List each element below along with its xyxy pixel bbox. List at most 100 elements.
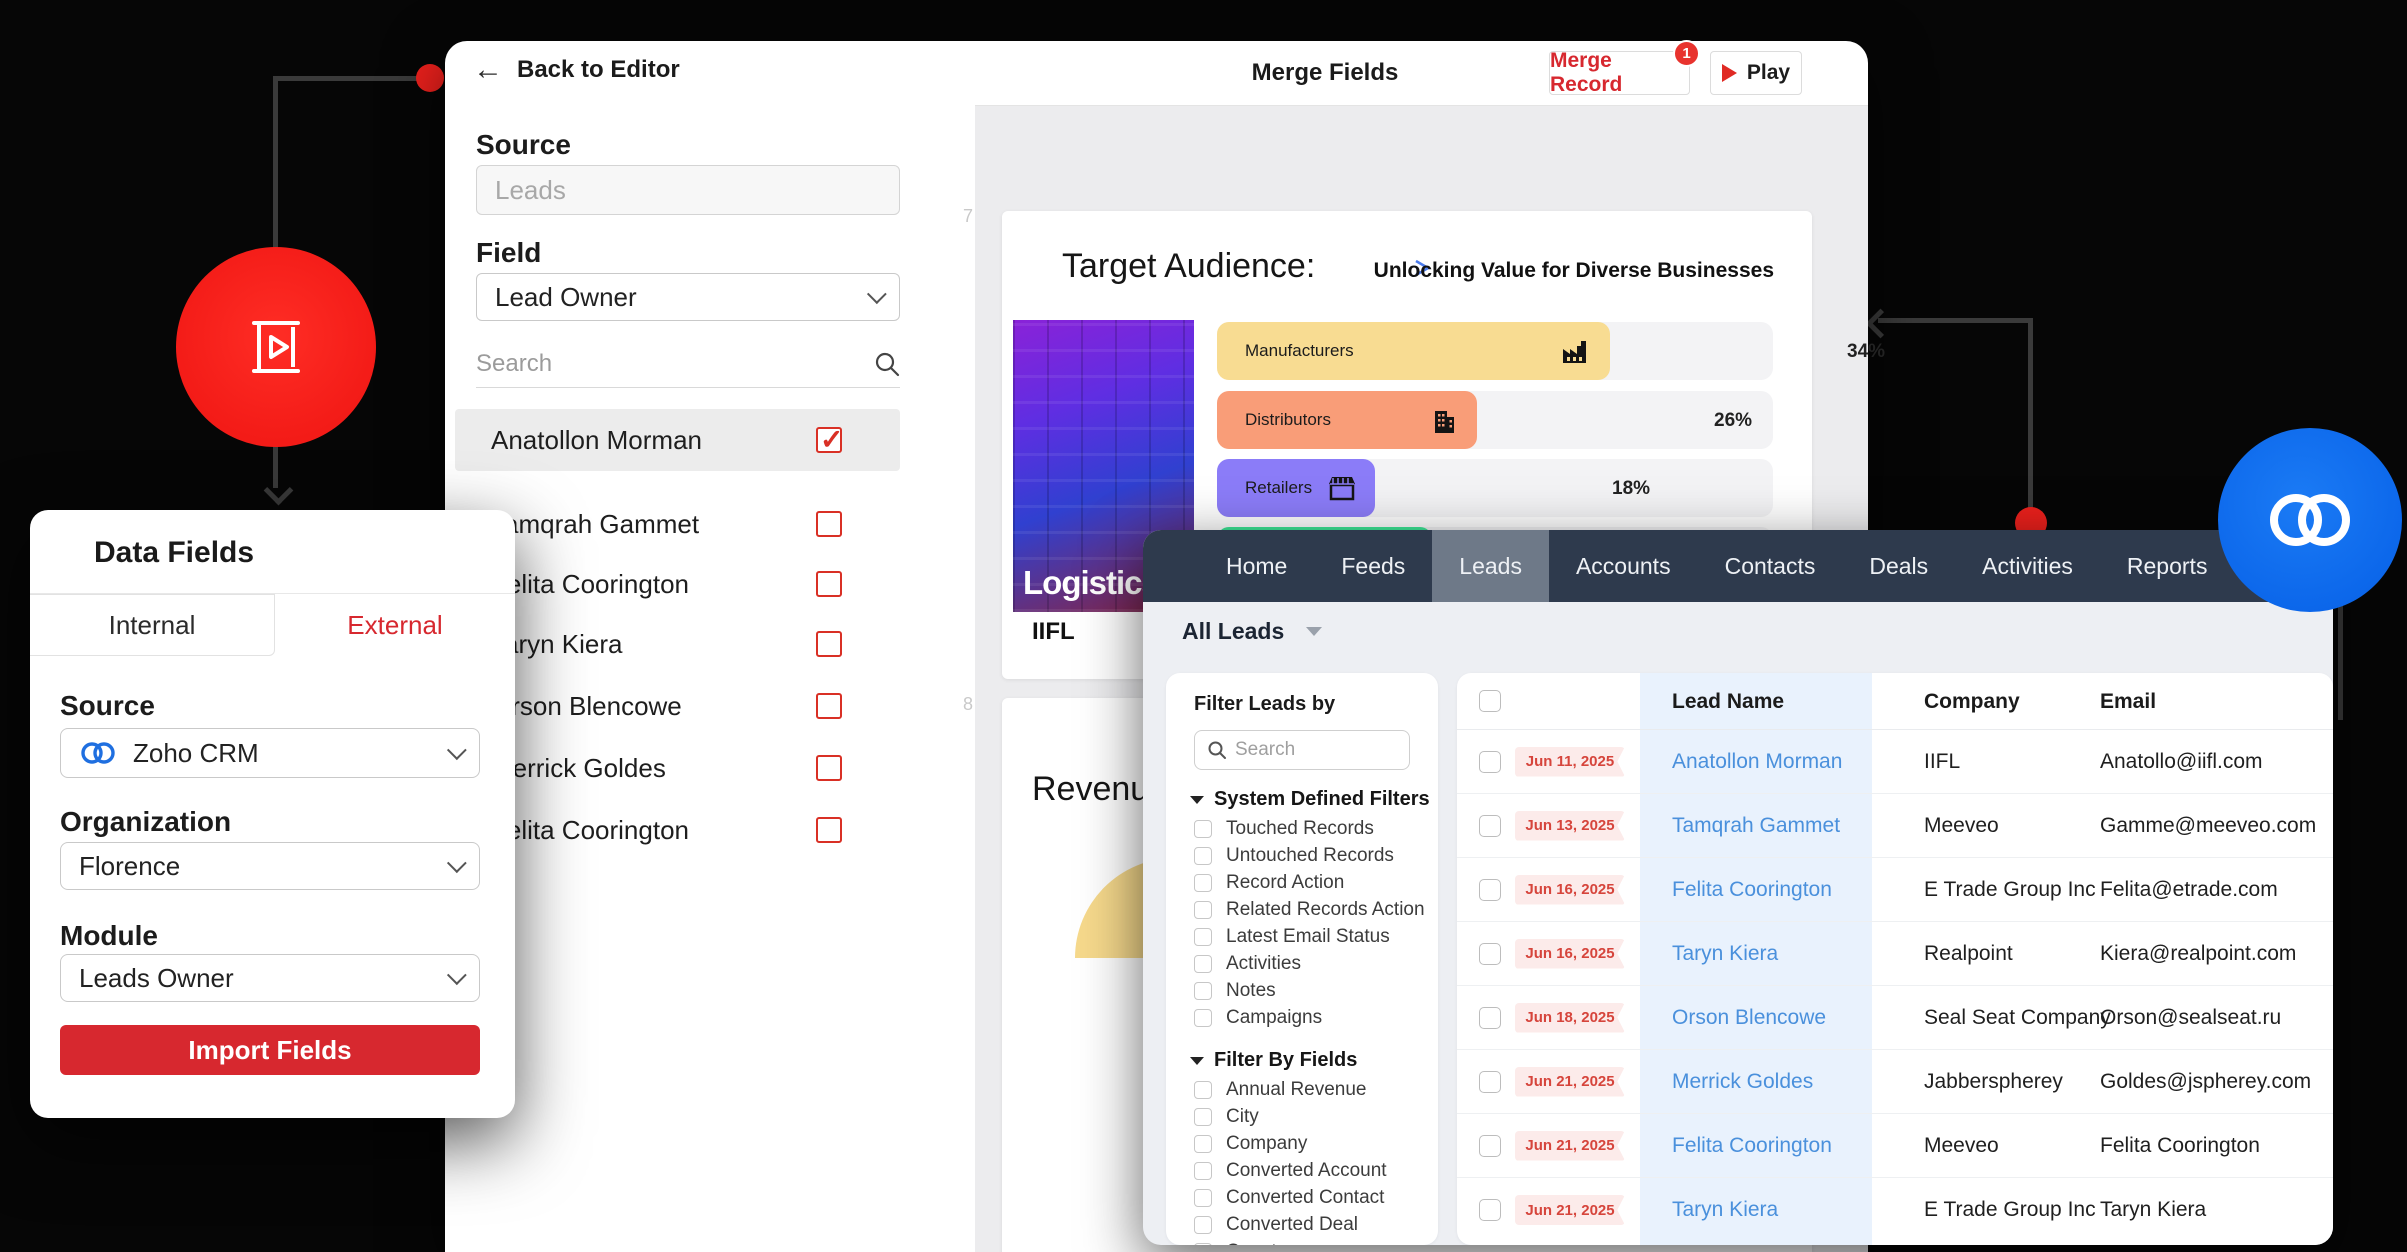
lead-name-link[interactable]: Taryn Kiera	[1672, 1198, 1778, 1222]
row-checkbox[interactable]	[1479, 943, 1501, 965]
unchecked-checkbox[interactable]	[816, 631, 842, 657]
checkbox[interactable]	[1194, 928, 1212, 946]
row-checkbox[interactable]	[1479, 1135, 1501, 1157]
bar-retailers: Retailers	[1217, 459, 1375, 517]
filter-item[interactable]: City	[1194, 1103, 1438, 1130]
unchecked-checkbox[interactable]	[816, 571, 842, 597]
checkbox[interactable]	[1194, 1162, 1212, 1180]
lead-name-link[interactable]: Orson Blencowe	[1672, 1006, 1826, 1030]
table-row[interactable]: Jun 16, 2025 Taryn Kiera Realpoint Kiera…	[1457, 922, 2333, 986]
row-checkbox[interactable]	[1479, 879, 1501, 901]
organization-select[interactable]: Florence	[60, 842, 480, 890]
checkbox[interactable]	[1194, 1243, 1212, 1246]
lead-name-link[interactable]: Merrick Goldes	[1672, 1070, 1813, 1094]
table-row[interactable]: Jun 21, 2025 Taryn Kiera E Trade Group I…	[1457, 1178, 2333, 1242]
view-selector[interactable]: All Leads	[1182, 618, 1322, 645]
person-row[interactable]: Taryn Kiera	[455, 615, 900, 673]
table-row[interactable]: Jun 16, 2025 Felita Coorington E Trade G…	[1457, 858, 2333, 922]
person-row[interactable]: Tamqrah Gammet	[455, 495, 900, 553]
nav-feeds[interactable]: Feeds	[1314, 530, 1432, 602]
lead-name-link[interactable]: Felita Coorington	[1672, 1134, 1832, 1158]
filter-item[interactable]: Notes	[1194, 977, 1438, 1004]
person-search-input[interactable]	[476, 350, 874, 378]
tab-external[interactable]: External	[275, 594, 515, 656]
person-row[interactable]: Felita Coorington	[455, 555, 900, 613]
import-fields-button[interactable]: Import Fields	[60, 1025, 480, 1075]
nav-home[interactable]: Home	[1199, 530, 1314, 602]
unchecked-checkbox[interactable]	[816, 693, 842, 719]
filter-item[interactable]: Converted Account	[1194, 1157, 1438, 1184]
filter-item[interactable]: Campaigns	[1194, 1004, 1438, 1031]
video-play-bubble[interactable]	[176, 247, 376, 447]
filter-item[interactable]: Activities	[1194, 950, 1438, 977]
filter-item[interactable]: Untouched Records	[1194, 842, 1438, 869]
table-row[interactable]: Jun 13, 2025 Tamqrah Gammet Meeveo Gamme…	[1457, 794, 2333, 858]
checkbox[interactable]	[1194, 982, 1212, 1000]
table-row[interactable]: Jun 21, 2025 Felita Coorington Meeveo Fe…	[1457, 1114, 2333, 1178]
filter-item[interactable]: Latest Email Status	[1194, 923, 1438, 950]
tab-internal[interactable]: Internal	[30, 594, 275, 656]
lead-name-link[interactable]: Taryn Kiera	[1672, 942, 1778, 966]
checkbox[interactable]	[1194, 847, 1212, 865]
checkbox[interactable]	[1194, 874, 1212, 892]
checkbox[interactable]	[1194, 901, 1212, 919]
nav-activities[interactable]: Activities	[1955, 530, 2100, 602]
back-to-editor-button[interactable]: ← Back to Editor	[473, 55, 680, 85]
person-row[interactable]: Orson Blencowe	[455, 677, 900, 735]
source-input[interactable]	[476, 165, 900, 215]
checked-checkbox[interactable]	[816, 427, 842, 453]
filter-search-input[interactable]	[1235, 739, 1375, 761]
nav-accounts[interactable]: Accounts	[1549, 530, 1698, 602]
table-row[interactable]: Jun 18, 2025 Orson Blencowe Seal Seat Co…	[1457, 986, 2333, 1050]
table-row[interactable]: Jun 21, 2025 Merrick Goldes Jabbersphere…	[1457, 1050, 2333, 1114]
source-select[interactable]: Zoho CRM	[60, 728, 480, 778]
row-checkbox[interactable]	[1479, 1071, 1501, 1093]
select-all-checkbox[interactable]	[1479, 690, 1501, 712]
row-checkbox[interactable]	[1479, 815, 1501, 837]
filter-item[interactable]: Converted Deal	[1194, 1211, 1438, 1238]
lead-name-link[interactable]: Anatollon Morman	[1672, 750, 1842, 774]
filter-item[interactable]: Related Records Action	[1194, 896, 1438, 923]
filter-item[interactable]: Country	[1194, 1238, 1438, 1245]
checkbox[interactable]	[1194, 1009, 1212, 1027]
person-row[interactable]: Merrick Goldes	[455, 739, 900, 797]
checkbox[interactable]	[1194, 1189, 1212, 1207]
row-checkbox[interactable]	[1479, 751, 1501, 773]
unchecked-checkbox[interactable]	[816, 755, 842, 781]
checkbox[interactable]	[1194, 1081, 1212, 1099]
filter-item[interactable]: Touched Records	[1194, 815, 1438, 842]
checkbox[interactable]	[1194, 955, 1212, 973]
field-select[interactable]: Lead Owner	[476, 273, 900, 321]
merge-record-button[interactable]: Merge Record 1	[1549, 51, 1690, 95]
play-button[interactable]: Play	[1710, 51, 1802, 95]
filter-item[interactable]: Company	[1194, 1130, 1438, 1157]
chevron-down-icon	[447, 740, 467, 760]
checkbox[interactable]	[1194, 1108, 1212, 1126]
unchecked-checkbox[interactable]	[816, 817, 842, 843]
nav-deals[interactable]: Deals	[1842, 530, 1955, 602]
person-row[interactable]: Felita Coorington	[455, 801, 900, 859]
nav-contacts[interactable]: Contacts	[1698, 530, 1843, 602]
row-checkbox[interactable]	[1479, 1199, 1501, 1221]
nav-leads[interactable]: Leads	[1432, 530, 1549, 602]
zoho-rings-icon	[2262, 488, 2358, 552]
filter-item[interactable]: Record Action	[1194, 869, 1438, 896]
person-row-selected[interactable]: Anatollon Morman	[455, 409, 900, 471]
filter-section-fields[interactable]: Filter By Fields	[1190, 1049, 1438, 1072]
checkbox[interactable]	[1194, 1135, 1212, 1153]
lead-name-link[interactable]: Tamqrah Gammet	[1672, 814, 1840, 838]
filter-item[interactable]: Annual Revenue	[1194, 1076, 1438, 1103]
checkbox[interactable]	[1194, 820, 1212, 838]
filter-item[interactable]: Converted Contact	[1194, 1184, 1438, 1211]
zoho-crm-bubble[interactable]	[2218, 428, 2402, 612]
row-checkbox[interactable]	[1479, 1007, 1501, 1029]
filter-section-system[interactable]: System Defined Filters	[1190, 788, 1438, 811]
notification-badge: 1	[1673, 40, 1700, 67]
table-row[interactable]: Jun 11, 2025 Anatollon Morman IIFL Anato…	[1457, 730, 2333, 794]
unchecked-checkbox[interactable]	[816, 511, 842, 537]
nav-reports[interactable]: Reports	[2100, 530, 2235, 602]
checkbox[interactable]	[1194, 1216, 1212, 1234]
lead-name-link[interactable]: Felita Coorington	[1672, 878, 1832, 902]
date-tag: Jun 11, 2025	[1515, 747, 1625, 777]
module-select[interactable]: Leads Owner	[60, 954, 480, 1002]
